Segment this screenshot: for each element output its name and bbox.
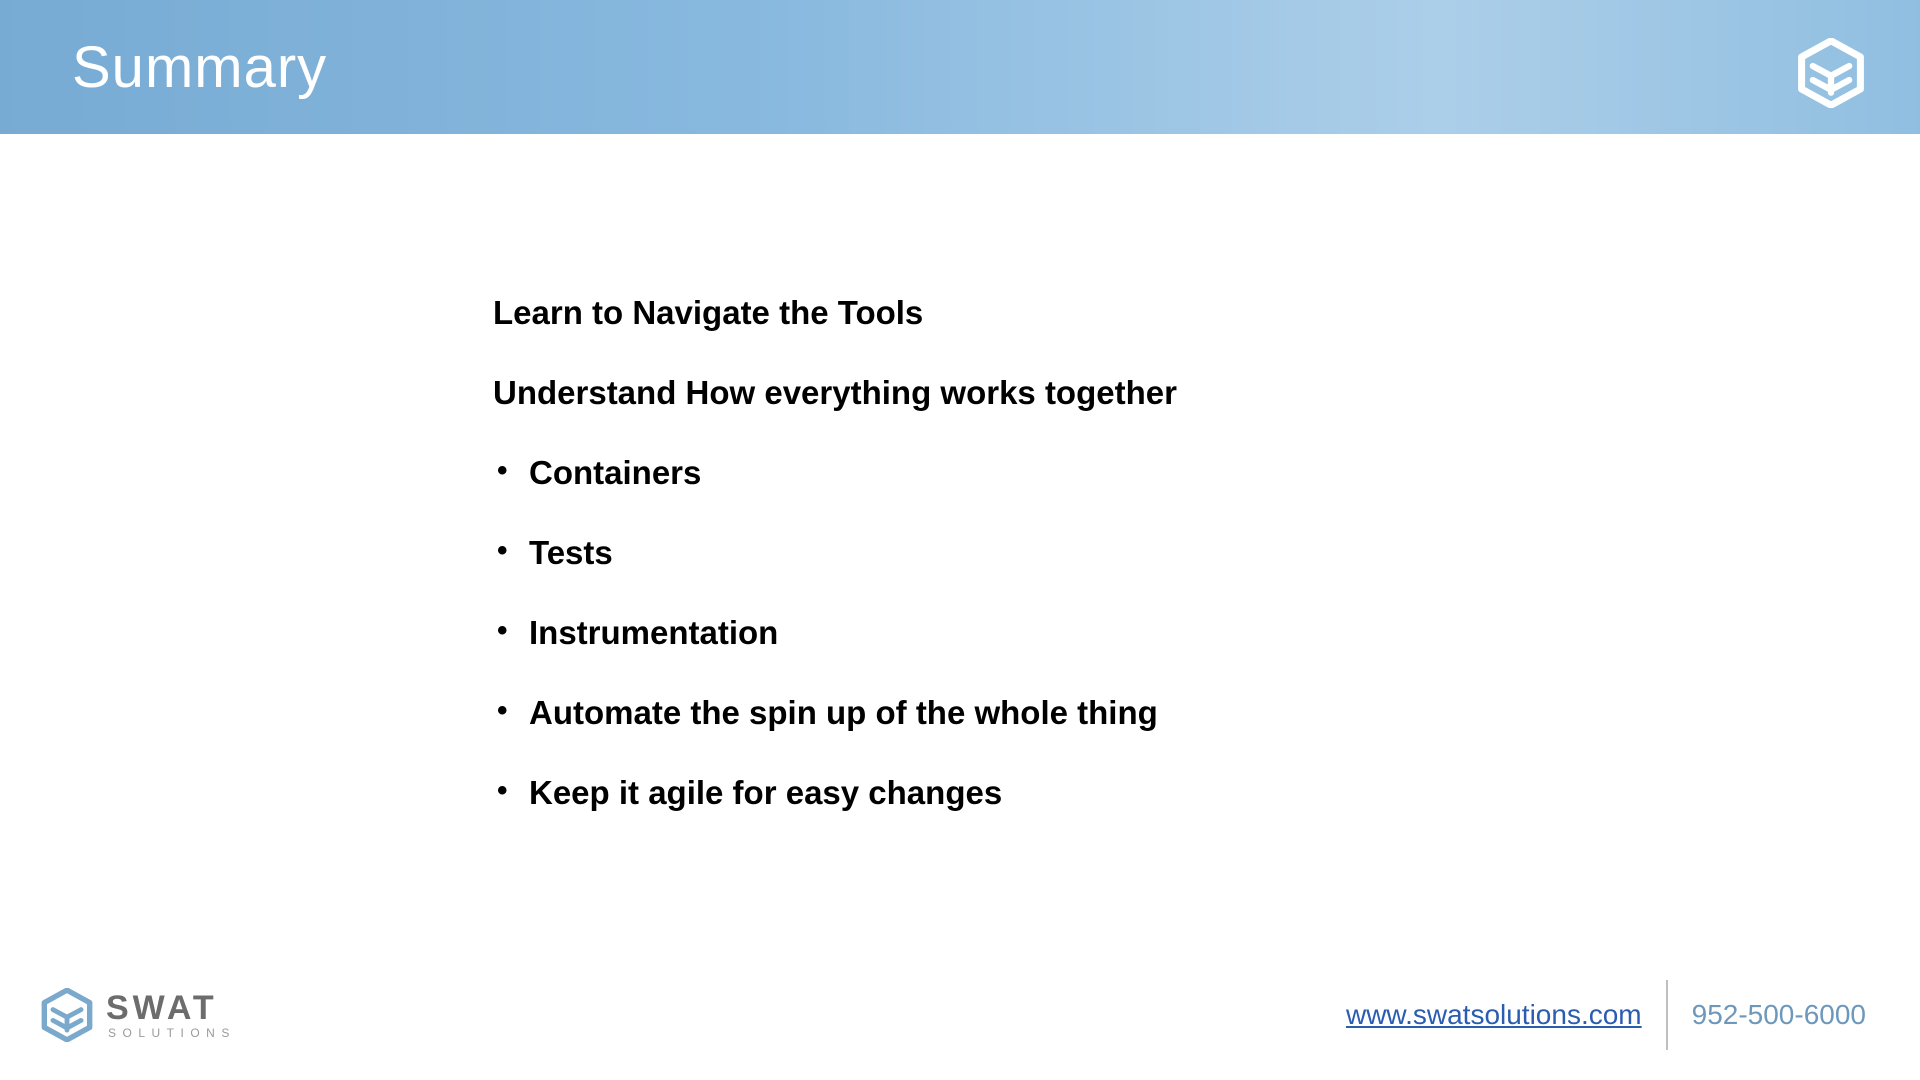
phone-number: 952-500-6000 bbox=[1692, 999, 1866, 1031]
website-link[interactable]: www.swatsolutions.com bbox=[1346, 999, 1642, 1031]
brand-tagline: SOLUTIONS bbox=[106, 1027, 236, 1039]
bullet-item: Instrumentation bbox=[493, 614, 1177, 652]
brand-text-block: SWAT SOLUTIONS bbox=[106, 991, 236, 1039]
footer: SWAT SOLUTIONS www.swatsolutions.com 952… bbox=[0, 980, 1920, 1050]
slide-title: Summary bbox=[72, 34, 327, 101]
brandmark-icon bbox=[40, 988, 94, 1042]
brand-name: SWAT bbox=[106, 991, 236, 1025]
footer-brand: SWAT SOLUTIONS bbox=[40, 988, 236, 1042]
content-block: Learn to Navigate the Tools Understand H… bbox=[493, 294, 1177, 854]
footer-contact: www.swatsolutions.com 952-500-6000 bbox=[1346, 980, 1866, 1050]
bullet-item: Containers bbox=[493, 454, 1177, 492]
slide-summary: Summary Learn to Navigate the Tools Unde… bbox=[0, 0, 1920, 1080]
content-heading-1: Learn to Navigate the Tools bbox=[493, 294, 1177, 332]
vertical-divider bbox=[1666, 980, 1668, 1050]
bullet-item: Automate the spin up of the whole thing bbox=[493, 694, 1177, 732]
bullet-list: Containers Tests Instrumentation Automat… bbox=[493, 454, 1177, 812]
content-heading-2: Understand How everything works together bbox=[493, 374, 1177, 412]
title-banner: Summary bbox=[0, 0, 1920, 134]
bullet-item: Tests bbox=[493, 534, 1177, 572]
hexagon-logo-icon bbox=[1796, 38, 1866, 108]
bullet-item: Keep it agile for easy changes bbox=[493, 774, 1177, 812]
